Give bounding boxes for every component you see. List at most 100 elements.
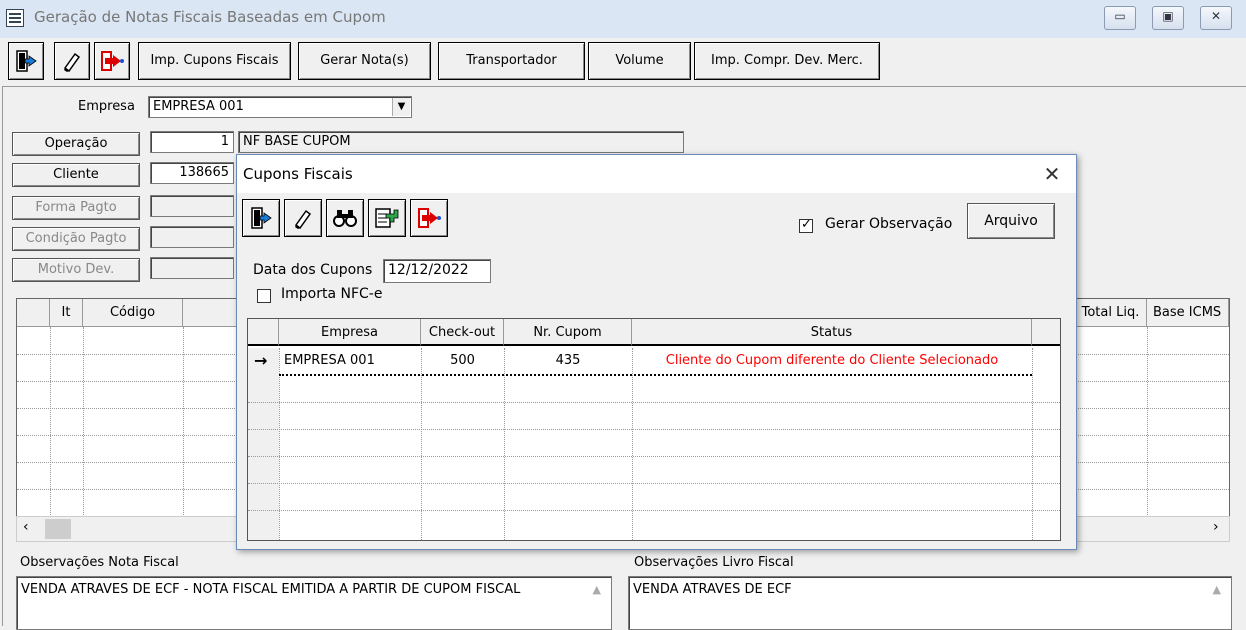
importa-nfce-checkbox[interactable] (257, 289, 271, 303)
grid-header-status[interactable]: Status (632, 319, 1032, 346)
chevron-left-icon[interactable]: ‹ (23, 519, 29, 535)
dialog-close-button[interactable]: ✕ (1037, 159, 1067, 189)
table-row[interactable] (248, 429, 1060, 430)
dialog-add-button[interactable] (368, 199, 406, 237)
forma-pagto-button[interactable]: Forma Pagto (12, 196, 140, 220)
dialog-exit-button[interactable] (242, 199, 280, 237)
data-cupons-field[interactable]: 12/12/2022 (383, 259, 491, 283)
export-button[interactable] (94, 42, 130, 80)
operacao-button[interactable]: Operação (12, 132, 140, 156)
grid-header-filler (1032, 319, 1060, 346)
volume-button[interactable]: Volume (588, 42, 691, 80)
close-button[interactable]: ✕ (1200, 6, 1232, 30)
grid-col-line (50, 327, 51, 541)
maximize-button[interactable]: ▣ (1152, 6, 1184, 30)
cliente-button[interactable]: Cliente (12, 163, 140, 187)
grid-header-checkout[interactable]: Check-out (421, 319, 504, 346)
window-title-bar[interactable]: Geração de Notas Fiscais Baseadas em Cup… (0, 0, 1246, 38)
chevron-up-icon[interactable]: ▲ (1213, 581, 1221, 598)
table-row[interactable] (248, 483, 1060, 484)
eraser-icon (63, 52, 81, 73)
cell-status[interactable]: Cliente do Cupom diferente do Cliente Se… (632, 348, 1032, 374)
window-title: Geração de Notas Fiscais Baseadas em Cup… (34, 8, 386, 26)
operacao-description-field: NF BASE CUPOM (238, 131, 684, 153)
cell-checkout[interactable]: 500 (421, 348, 504, 374)
exit-door-icon (16, 50, 37, 72)
table-row[interactable] (248, 510, 1060, 511)
empresa-select[interactable]: EMPRESA 001 ▼ (148, 96, 412, 118)
grid-header-total-liq[interactable]: Total Liq. (1075, 299, 1147, 327)
imp-compr-dev-merc-button[interactable]: Imp. Compr. Dev. Merc. (694, 42, 880, 80)
imp-cupons-fiscais-button[interactable]: Imp. Cupons Fiscais (138, 42, 291, 80)
scrollbar-thumb[interactable] (45, 519, 71, 539)
gerar-observacao-label: Gerar Observação (825, 216, 953, 232)
grid-header-codigo[interactable]: Código (83, 299, 183, 327)
chevron-up-icon[interactable]: ▲ (593, 581, 601, 598)
row-indicator-column (248, 348, 279, 540)
empresa-select-value: EMPRESA 001 (153, 99, 244, 114)
selected-row-border (279, 374, 1032, 376)
condicao-pagto-button[interactable]: Condição Pagto (12, 227, 140, 251)
cupons-grid[interactable]: Empresa Check-out Nr. Cupom Status → EMP… (247, 318, 1061, 541)
observacoes-nota-textarea[interactable]: VENDA ATRAVES DE ECF - NOTA FISCAL EMITI… (16, 576, 612, 630)
grid-col-line (183, 327, 184, 541)
cliente-code-field[interactable]: 138665 (150, 162, 234, 184)
dialog-search-button[interactable] (326, 199, 364, 237)
grid-header-it[interactable]: It (50, 299, 83, 327)
observacoes-livro-value: VENDA ATRAVES DE ECF (633, 582, 792, 597)
observacoes-nota-label: Observações Nota Fiscal (20, 555, 179, 570)
observacoes-livro-label: Observações Livro Fiscal (634, 555, 794, 570)
minimize-button[interactable]: ▭ (1104, 6, 1136, 30)
export-arrow-icon (418, 208, 441, 228)
chevron-right-icon[interactable]: › (1213, 519, 1219, 535)
grid-col-line (279, 348, 280, 540)
dialog-clear-button[interactable] (284, 199, 322, 237)
exit-door-icon (251, 207, 272, 229)
forma-pagto-field[interactable] (150, 195, 234, 217)
grid-header-filler (183, 299, 243, 327)
close-icon: ✕ (1043, 162, 1061, 186)
gerar-observacao-checkbox[interactable] (799, 217, 813, 233)
grid-header-nr-cupom[interactable]: Nr. Cupom (504, 319, 632, 346)
dialog-export-button[interactable] (410, 199, 448, 237)
table-row[interactable] (248, 402, 1060, 403)
exit-button[interactable] (8, 42, 44, 80)
grid-col-line (504, 348, 505, 540)
dialog-title: Cupons Fiscais (243, 165, 353, 183)
cell-nr-cupom[interactable]: 435 (504, 348, 632, 374)
minimize-icon: ▭ (1114, 9, 1126, 23)
grid-indicator-header (248, 319, 279, 346)
importa-nfce-label: Importa NFC-e (281, 286, 383, 302)
observacoes-nota-value: VENDA ATRAVES DE ECF - NOTA FISCAL EMITI… (21, 582, 521, 597)
close-icon: ✕ (1210, 9, 1222, 23)
grid-col-line (1147, 327, 1148, 541)
grid-col-line (83, 327, 84, 541)
clear-button[interactable] (54, 42, 90, 80)
grid-header-base-icms[interactable]: Base ICMS (1147, 299, 1229, 327)
observacoes-livro-textarea[interactable]: VENDA ATRAVES DE ECF ▲ (628, 576, 1232, 630)
cupons-fiscais-dialog[interactable]: Cupons Fiscais ✕ ✓ Gerar Observação Arqu… (236, 154, 1077, 550)
arquivo-button[interactable]: Arquivo (967, 203, 1055, 239)
export-arrow-icon (101, 51, 124, 71)
chevron-down-icon[interactable]: ▼ (392, 98, 410, 116)
grid-header-empresa[interactable]: Empresa (279, 319, 421, 346)
operacao-code-field[interactable]: 1 (150, 131, 234, 153)
binoculars-icon (333, 210, 357, 227)
eraser-icon (294, 209, 312, 230)
dialog-title-bar[interactable]: Cupons Fiscais ✕ (237, 155, 1076, 193)
add-record-icon (375, 208, 399, 228)
gerar-notas-button[interactable]: Gerar Nota(s) (298, 42, 431, 80)
grid-col-line (632, 348, 633, 540)
grid-col-line (421, 348, 422, 540)
motivo-dev-button[interactable]: Motivo Dev. (12, 258, 140, 282)
maximize-icon: ▣ (1162, 9, 1174, 23)
condicao-pagto-field[interactable] (150, 226, 234, 248)
grid-indicator-header (17, 299, 50, 327)
data-cupons-label: Data dos Cupons (253, 262, 373, 278)
row-pointer-icon: → (254, 351, 268, 370)
cell-empresa[interactable]: EMPRESA 001 (284, 348, 375, 374)
table-row[interactable] (248, 456, 1060, 457)
motivo-dev-field[interactable] (150, 257, 234, 279)
transportador-button[interactable]: Transportador (438, 42, 585, 80)
empresa-label: Empresa (78, 99, 135, 114)
